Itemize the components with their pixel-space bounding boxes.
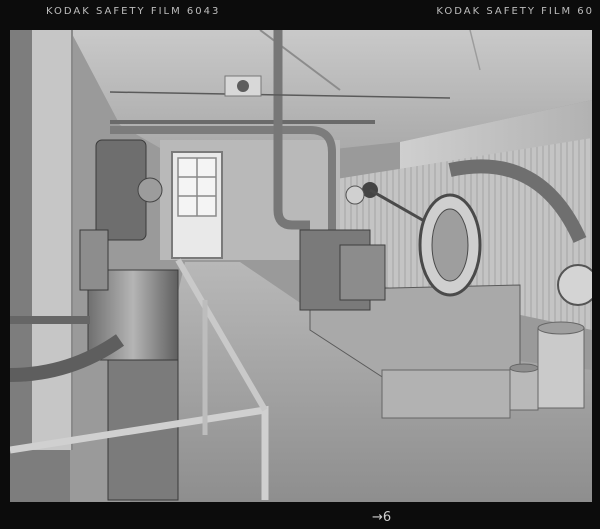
wall-wheel-icon (557, 264, 592, 306)
film-frame: KODAK SAFETY FILM 6043 KODAK SAFETY FILM… (0, 0, 600, 529)
frame-number: →6 (372, 510, 392, 525)
ceiling-lamp-icon (224, 75, 262, 97)
support-column (32, 30, 72, 450)
barrel-icon (537, 321, 585, 409)
engine-room-photo (10, 30, 592, 502)
can-icon (509, 363, 539, 411)
engine-room-scene (10, 30, 592, 502)
film-edge-text-right: KODAK SAFETY FILM 60 (436, 6, 594, 17)
film-edge-text-left: KODAK SAFETY FILM 6043 (46, 6, 221, 17)
door-window (177, 157, 217, 217)
